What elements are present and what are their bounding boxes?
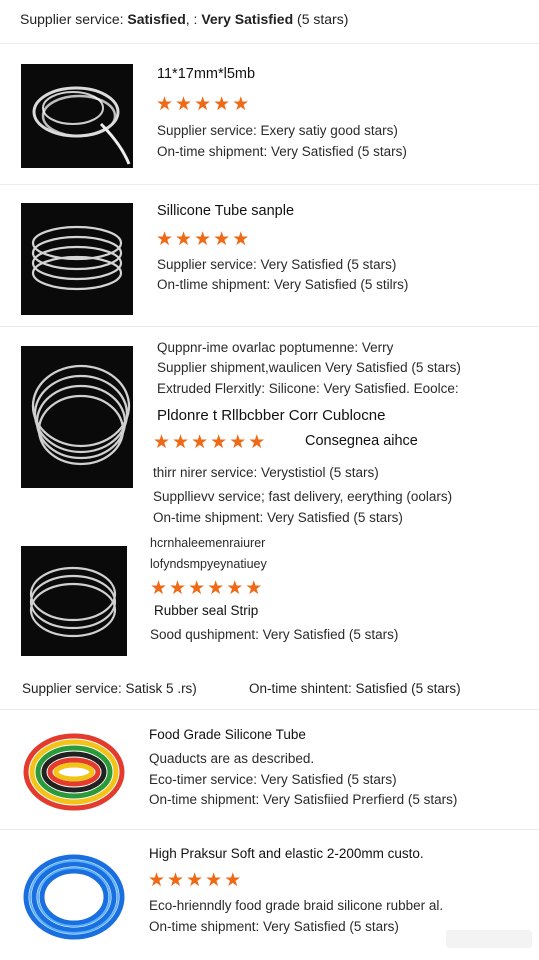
- star-icon: ★: [229, 432, 247, 453]
- clear-tube-coil-image: [21, 546, 127, 656]
- rating-stars: ★ ★ ★ ★ ★: [156, 95, 249, 114]
- product-description: Extruded Flerxitly: Silicone: Very Satis…: [157, 381, 459, 396]
- clear-tube-coil-image: [21, 64, 133, 168]
- product-image[interactable]: [21, 847, 127, 947]
- summary-suffix: (5 stars): [293, 11, 349, 27]
- summary-mid: , :: [185, 11, 202, 27]
- product-image[interactable]: [21, 546, 127, 656]
- product-description: hcrnhaleemenraiurer: [150, 536, 266, 550]
- product-description: Quppnr-ime ovarlac poptumenne: Verry: [157, 340, 394, 355]
- rating-stars: ★ ★ ★ ★ ★: [148, 871, 241, 890]
- star-icon: ★: [186, 870, 204, 891]
- star-icon: ★: [153, 432, 171, 453]
- product-image[interactable]: [21, 726, 127, 816]
- supplier-service-text: Supplier service: Exery satiy good stars…: [157, 123, 398, 138]
- product-image[interactable]: [21, 346, 133, 488]
- product-title[interactable]: Rubber seal Strip: [154, 603, 258, 618]
- star-icon: ★: [245, 578, 263, 599]
- product-card[interactable]: Food Grade Silicone Tube Quaducts are as…: [0, 710, 539, 830]
- star-icon: ★: [194, 229, 212, 250]
- supplier-summary-bar: Supplier service: Satisfied, : Very Sati…: [0, 0, 539, 44]
- star-icon: ★: [175, 94, 193, 115]
- star-icon: ★: [175, 229, 193, 250]
- star-icon: ★: [224, 870, 242, 891]
- product-card[interactable]: Sillicone Tube sanple ★ ★ ★ ★ ★ Supplier ser…: [0, 185, 539, 327]
- star-icon: ★: [169, 578, 187, 599]
- product-card[interactable]: hcrnhaleemenraiurer lofyndsmpyeynatiuey …: [0, 530, 539, 670]
- summary-bold-1: Satisfied: [127, 11, 186, 27]
- star-icon: ★: [172, 432, 190, 453]
- product-description: Eco-hrienndly food grade braid silicone …: [149, 898, 444, 913]
- watermark: [446, 930, 532, 948]
- product-card[interactable]: Quppnr-ime ovarlac poptumenne: Verry Sup…: [0, 327, 539, 497]
- product-image[interactable]: [21, 203, 133, 315]
- colored-tube-coil-image: [21, 726, 127, 816]
- star-icon: ★: [194, 94, 212, 115]
- rating-stars: ★ ★ ★ ★ ★ ★: [153, 433, 265, 452]
- summary-supplier-service: Supplier service: Satisk 5 .rs): [22, 681, 197, 696]
- product-card[interactable]: 11*17mm*l5mb ★ ★ ★ ★ ★ Supplier service: Exe…: [0, 44, 539, 185]
- shipment-text: On-tlime shipment: Very Satisfied (5 sti…: [157, 277, 409, 292]
- shipment-text: On-time shipment: Very Satisfied (5 star…: [157, 144, 407, 159]
- shipment-text: Sood qushipment: Very Satisfied (5 stars…: [150, 627, 399, 642]
- product-description: Quaducts are as described.: [149, 751, 315, 766]
- product-title[interactable]: Sillicone Tube sanple: [157, 203, 294, 219]
- summary-prefix: Supplier service:: [20, 11, 128, 27]
- star-icon: ★: [210, 432, 228, 453]
- rating-stars: ★ ★ ★ ★ ★: [156, 230, 249, 249]
- star-icon: ★: [150, 578, 168, 599]
- product-title[interactable]: High Praksur Soft and elastic 2-200mm cu…: [149, 846, 424, 861]
- star-icon: ★: [207, 578, 225, 599]
- shipment-text: On-time shipment: Very Satisfied (5 star…: [149, 919, 399, 934]
- supplier-service-text: thirr nirer service: Verystistiol (5 sta…: [153, 465, 379, 480]
- star-icon: ★: [191, 432, 209, 453]
- star-icon: ★: [248, 432, 266, 453]
- star-icon: ★: [213, 229, 231, 250]
- product-image[interactable]: [21, 64, 133, 168]
- product-description: lofyndsmpyeynatiuey: [150, 557, 267, 571]
- supplier-service-text: Supplier service: Very Satisfied (5 star…: [157, 257, 397, 272]
- star-icon: ★: [156, 229, 174, 250]
- star-icon: ★: [167, 870, 185, 891]
- clear-tube-coil-image: [21, 203, 133, 315]
- blue-tube-coil-image: [21, 847, 127, 947]
- star-icon: ★: [232, 94, 250, 115]
- summary-shipment: On-time shintent: Satisfied (5 stars): [249, 681, 461, 696]
- star-icon: ★: [226, 578, 244, 599]
- star-icon: ★: [156, 94, 174, 115]
- clear-tube-coil-image: [21, 346, 133, 488]
- shipment-text: On-time shipment: Very Satisfiied Prerfi…: [149, 792, 458, 807]
- ratings-summary-row: Supplier service: Satisk 5 .rs) On-time …: [0, 670, 539, 710]
- summary-bold-2: Very Satisfied: [201, 11, 294, 27]
- product-title[interactable]: 11*17mm*l5mb: [157, 66, 255, 82]
- star-icon: ★: [205, 870, 223, 891]
- supplier-service-text: Suppllievv service; fast delivery, eeryt…: [153, 489, 453, 504]
- star-icon: ★: [213, 94, 231, 115]
- supplier-service-text: Eco-timer service: Very Satisfied (5 sta…: [149, 772, 397, 787]
- product-description: Supplier shipment,waulicen Very Satisfie…: [157, 360, 461, 375]
- rating-stars: ★ ★ ★ ★ ★ ★: [150, 579, 262, 598]
- product-title[interactable]: Pldonre t Rllbcbber Corr Cublocne: [157, 407, 385, 424]
- shipment-text: On-time shipment: Very Satisfied (5 star…: [153, 510, 403, 525]
- star-icon: ★: [188, 578, 206, 599]
- star-icon: ★: [232, 229, 250, 250]
- star-icon: ★: [148, 870, 166, 891]
- product-title[interactable]: Food Grade Silicone Tube: [149, 727, 306, 742]
- product-side-label: Consegnea aihce: [305, 433, 418, 449]
